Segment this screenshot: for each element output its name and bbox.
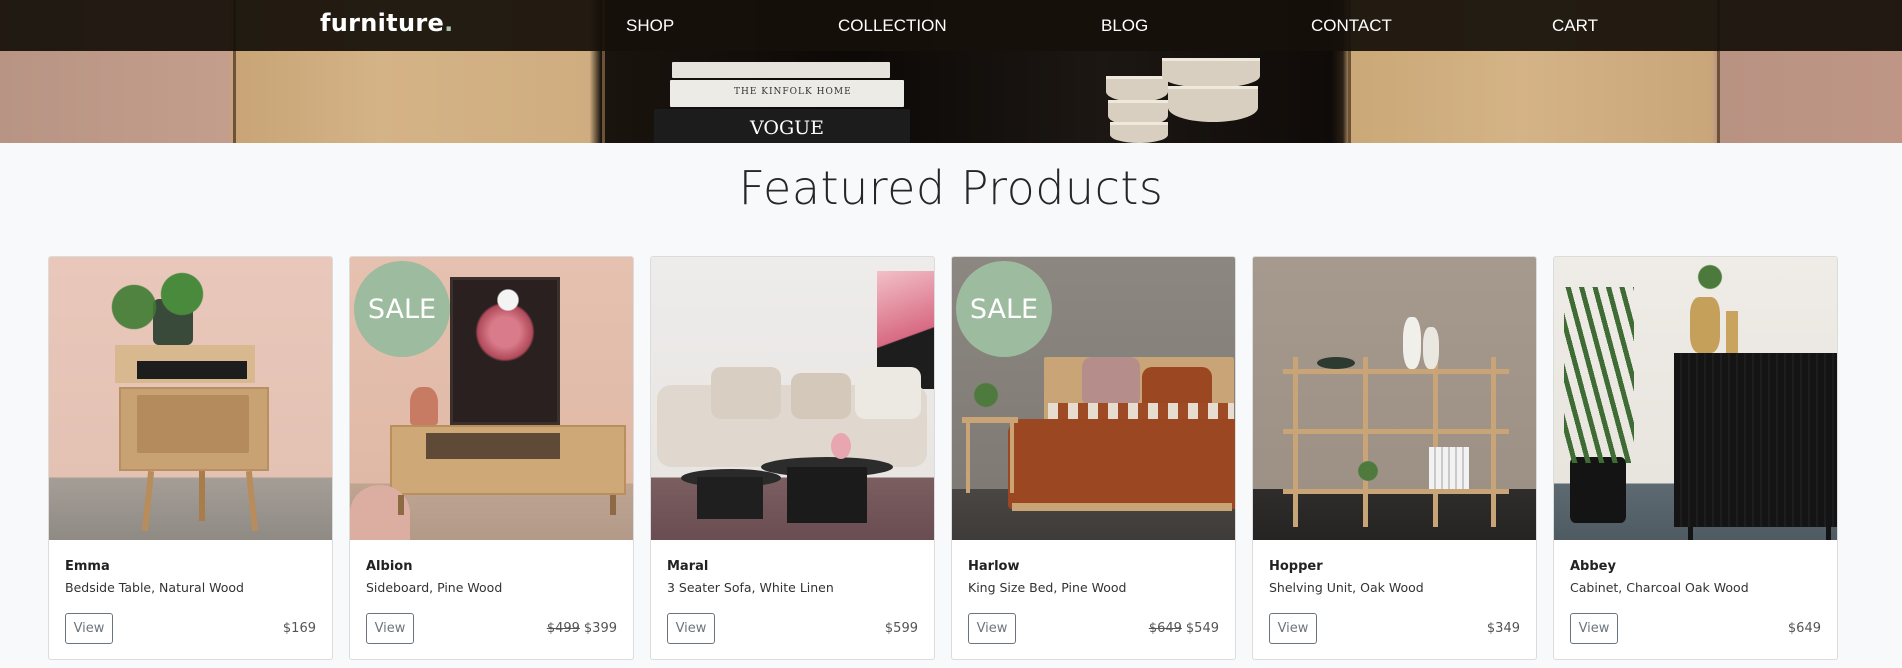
product-card-albion: SALE Albion Sideboard, Pine Wood View $4… [349,256,634,660]
product-card-hopper: Hopper Shelving Unit, Oak Wood View $349 [1252,256,1537,660]
product-price: $349 [1486,621,1520,636]
product-name: Emma [65,559,110,574]
product-name: Abbey [1570,559,1616,574]
nav-link-collection[interactable]: COLLECTION [838,16,947,36]
product-price-wrap: $649 $549 [1149,621,1219,636]
product-description: Shelving Unit, Oak Wood [1269,580,1424,595]
book-title: VOGUE [750,117,825,139]
product-price-wrap: $169 [283,621,316,636]
view-button[interactable]: View [667,613,715,644]
product-price: $399 [583,621,617,636]
nav-link-blog[interactable]: BLOG [1101,16,1148,36]
brand-logo[interactable]: furniture. [320,9,453,37]
product-name: Maral [667,559,709,574]
product-card-abbey: Abbey Cabinet, Charcoal Oak Wood View $6… [1553,256,1838,660]
product-card-emma: Emma Bedside Table, Natural Wood View $1… [48,256,333,660]
brand-dot: . [444,9,454,37]
product-price-wrap: $649 [1788,621,1821,636]
product-image[interactable] [1554,257,1837,540]
view-button[interactable]: View [366,613,414,644]
product-description: 3 Seater Sofa, White Linen [667,580,834,595]
bowl [1168,86,1258,122]
product-old-price: $499 [546,621,580,636]
product-price: $169 [282,621,316,636]
product-card-harlow: SALE Harlow King Size Bed, Pine Wood Vie… [951,256,1236,660]
bowl [1106,76,1168,102]
product-card-maral: Maral 3 Seater Sofa, White Linen View $5… [650,256,935,660]
view-button[interactable]: View [968,613,1016,644]
product-name: Albion [366,559,413,574]
brand-text: furniture [320,9,445,37]
bowl [1110,122,1168,143]
section-title: Featured Products [738,161,1164,215]
product-price: $549 [1185,621,1219,636]
product-price: $599 [884,621,918,636]
book: THE KINFOLK HOME [670,80,904,107]
sale-badge: SALE [956,261,1052,357]
product-image[interactable] [49,257,332,540]
product-image[interactable] [651,257,934,540]
product-image[interactable] [1253,257,1536,540]
view-button[interactable]: View [1570,613,1618,644]
product-description: Cabinet, Charcoal Oak Wood [1570,580,1749,595]
product-description: King Size Bed, Pine Wood [968,580,1127,595]
product-price-wrap: $499 $399 [547,621,617,636]
view-button[interactable]: View [65,613,113,644]
navbar: furniture. SHOP COLLECTION BLOG CONTACT … [0,0,1902,51]
sale-badge: SALE [354,261,450,357]
product-old-price: $649 [1148,621,1182,636]
nav-link-shop[interactable]: SHOP [626,16,674,36]
book-title: THE KINFOLK HOME [734,87,852,97]
book: VOGUE [654,109,910,143]
bowl [1162,58,1260,88]
product-description: Bedside Table, Natural Wood [65,580,244,595]
product-name: Harlow [968,559,1020,574]
product-price: $649 [1787,621,1821,636]
nav-link-cart[interactable]: CART [1552,16,1598,36]
product-description: Sideboard, Pine Wood [366,580,503,595]
product-price-wrap: $349 [1487,621,1520,636]
nav-link-contact[interactable]: CONTACT [1311,16,1392,36]
view-button[interactable]: View [1269,613,1317,644]
book [672,62,890,78]
product-name: Hopper [1269,559,1323,574]
product-price-wrap: $599 [885,621,918,636]
